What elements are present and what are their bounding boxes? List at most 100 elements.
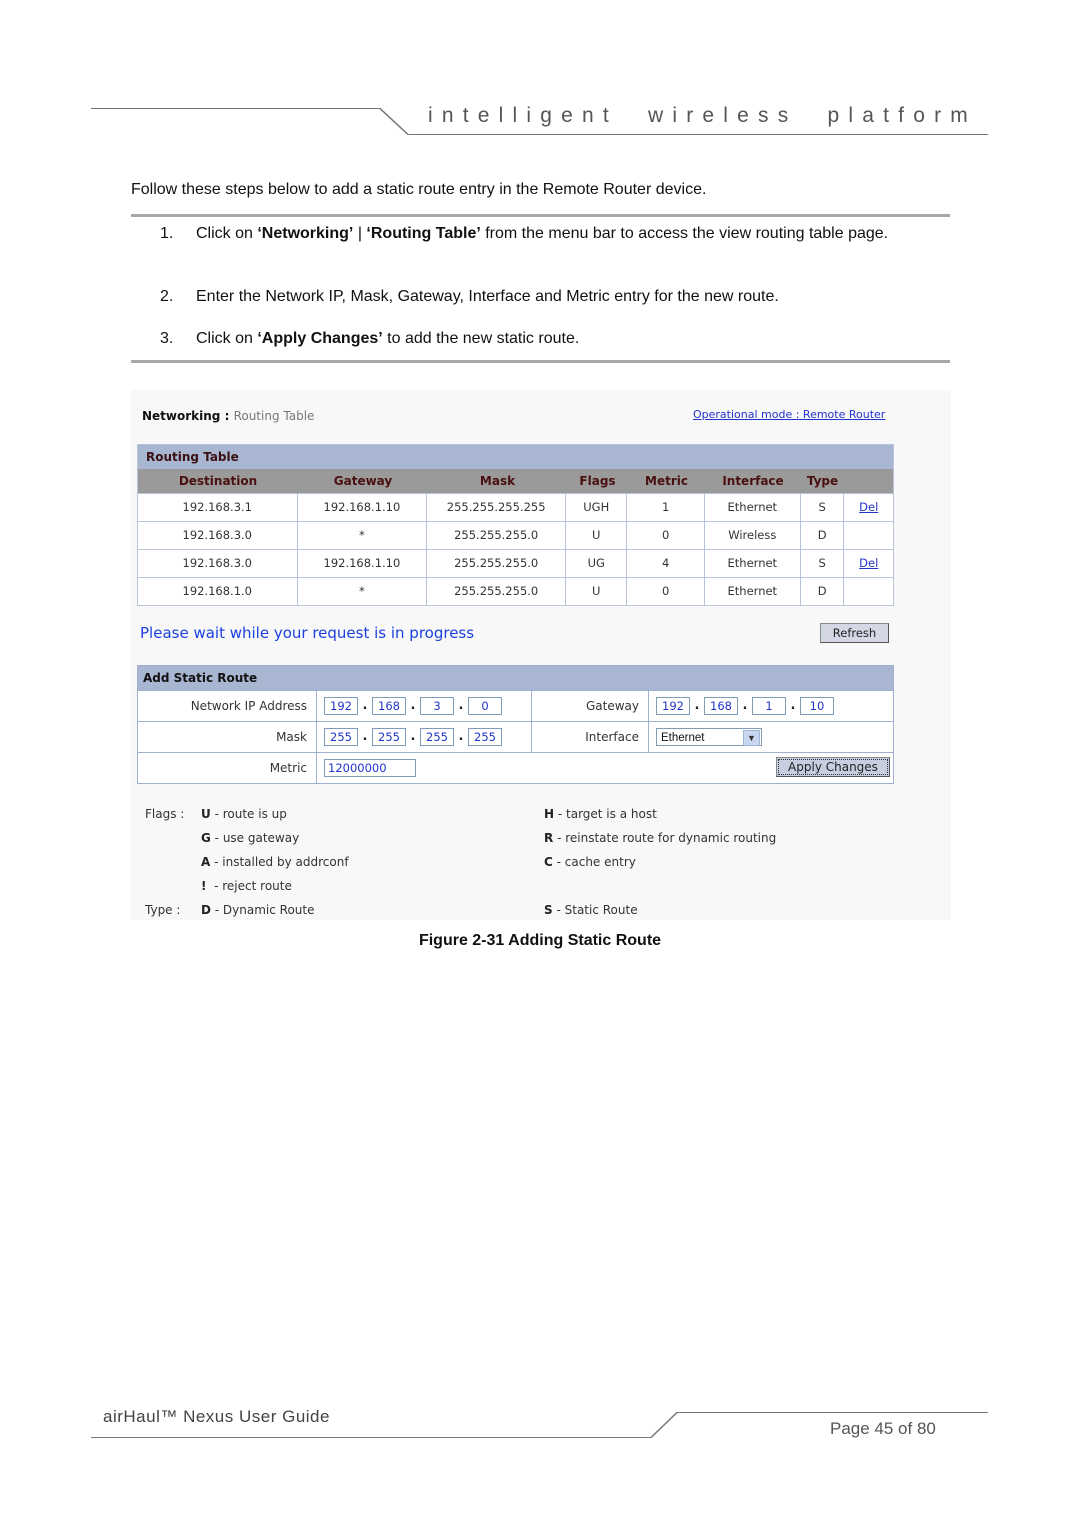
header-rule-right: [408, 134, 988, 135]
network-ip-octet-4[interactable]: [468, 697, 502, 715]
cell-gateway: 192.168.1.10: [296, 494, 427, 521]
metric-field: [316, 753, 531, 783]
divider-top: [131, 214, 950, 217]
col-destination: Destination: [178, 474, 258, 488]
step-1: 1. Click on ‘Networking’ | ‘Routing Tabl…: [160, 223, 950, 267]
figure-caption: Figure 2-31 Adding Static Route: [418, 932, 662, 949]
cell-interface: Ethernet: [703, 550, 800, 577]
cell-destination: 192.168.3.0: [182, 556, 253, 570]
network-ip-octet-1[interactable]: [324, 697, 358, 715]
gateway-octet-2[interactable]: [704, 697, 738, 715]
footer-rule-left: [91, 1437, 651, 1438]
legend-item: C - cache entry: [544, 855, 636, 869]
legend-item: R - reinstate route for dynamic routing: [544, 831, 777, 845]
delete-route-link[interactable]: Del: [859, 500, 878, 514]
dot-separator: .: [742, 698, 748, 713]
breadcrumb: Networking : Routing Table: [142, 409, 315, 423]
interface-field: Ethernet ▼: [648, 722, 893, 752]
cell-destination: 192.168.3.0: [182, 528, 253, 542]
header-rule-slant: [380, 108, 409, 135]
flags-legend-label: Flags :: [145, 807, 185, 821]
routing-table-title: Routing Table: [138, 445, 893, 469]
mask-octet-1[interactable]: [324, 728, 358, 746]
legend-item: H - target is a host: [544, 807, 657, 821]
type-legend-label: Type :: [145, 903, 181, 917]
refresh-button[interactable]: Refresh: [820, 623, 889, 643]
cell-metric: 4: [626, 550, 703, 577]
interface-select[interactable]: Ethernet ▼: [656, 728, 762, 746]
cell-action: Del: [843, 494, 893, 521]
network-ip-label: Network IP Address: [190, 699, 307, 713]
form-row-mask-interface: Mask . . . Interface Ethernet ▼: [138, 721, 893, 752]
chevron-down-icon[interactable]: ▼: [743, 730, 760, 746]
cell-interface: Ethernet: [703, 578, 800, 605]
col-interface: Interface: [722, 474, 784, 488]
add-static-route-title: Add Static Route: [138, 666, 893, 690]
legend-item: ! - reject route: [201, 879, 292, 893]
step-text: Click on ‘Apply Changes’ to add the new …: [196, 330, 580, 347]
dot-separator: .: [362, 729, 368, 744]
gateway-octet-3[interactable]: [752, 697, 786, 715]
header-tagline: intelligent wireless platform: [428, 104, 977, 127]
col-type: Type: [806, 474, 839, 488]
mask-octet-4[interactable]: [468, 728, 502, 746]
col-mask: Mask: [479, 474, 516, 488]
metric-input[interactable]: [324, 759, 416, 777]
step-text: Click on ‘Networking’ | ‘Routing Table’ …: [196, 225, 889, 242]
legend-item: A - installed by addrconf: [201, 855, 349, 869]
mask-octet-3[interactable]: [420, 728, 454, 746]
dot-separator: .: [410, 729, 416, 744]
intro-text: Follow these steps below to add a static…: [131, 181, 707, 198]
mask-octet-2[interactable]: [372, 728, 406, 746]
legend-item: U - route is up: [201, 807, 287, 821]
dot-separator: .: [362, 698, 368, 713]
dot-separator: .: [458, 729, 464, 744]
cell-metric: 0: [626, 578, 703, 605]
cell-type: S: [799, 494, 844, 521]
step-number: 2.: [160, 288, 174, 305]
mask-label: Mask: [276, 730, 307, 744]
dot-separator: .: [458, 698, 464, 713]
page-number: Page 45 of 80: [830, 1419, 936, 1438]
cell-mask: 255.255.255.0: [426, 522, 565, 549]
cell-metric: 1: [626, 494, 703, 521]
legend-item: D - Dynamic Route: [201, 903, 315, 917]
metric-label: Metric: [269, 761, 307, 775]
cell-interface: Wireless: [703, 522, 800, 549]
network-ip-octet-3[interactable]: [420, 697, 454, 715]
col-flags: Flags: [579, 474, 616, 488]
cell-interface: Ethernet: [703, 494, 800, 521]
cell-gateway: *: [296, 522, 427, 549]
cell-action: [843, 578, 893, 605]
legend-item: G - use gateway: [201, 831, 300, 845]
footer-guide-title: airHaul™ Nexus User Guide: [103, 1407, 330, 1426]
form-row-metric: Metric Apply Changes: [138, 752, 893, 783]
cell-action: Del: [843, 550, 893, 577]
gateway-octet-1[interactable]: [656, 697, 690, 715]
apply-changes-button[interactable]: Apply Changes: [776, 757, 890, 777]
gateway-label: Gateway: [531, 691, 648, 721]
delete-route-link[interactable]: Del: [859, 556, 878, 570]
cell-destination: 192.168.1.0: [182, 584, 253, 598]
network-ip-field: . . .: [316, 691, 531, 721]
col-metric: Metric: [645, 474, 688, 488]
step-number: 3.: [160, 330, 174, 347]
col-gateway: Gateway: [333, 474, 393, 488]
dot-separator: .: [694, 698, 700, 713]
mask-field: . . .: [316, 722, 531, 752]
table-row: 192.168.3.0 * 255.255.255.0 U 0 Wireless…: [138, 521, 893, 549]
operational-mode-link[interactable]: Operational mode : Remote Router: [693, 408, 885, 421]
cell-mask: 255.255.255.0: [426, 578, 565, 605]
cell-flags: U: [565, 522, 626, 549]
cell-metric: 0: [626, 522, 703, 549]
interface-select-value: Ethernet: [661, 732, 705, 744]
gateway-field: . . .: [648, 691, 893, 721]
header-rule-left: [91, 108, 381, 109]
add-static-route-form: Add Static Route Network IP Address . . …: [137, 665, 894, 784]
table-row: 192.168.3.0 192.168.1.10 255.255.255.0 U…: [138, 549, 893, 577]
network-ip-octet-2[interactable]: [372, 697, 406, 715]
cell-type: D: [799, 578, 844, 605]
gateway-octet-4[interactable]: [800, 697, 834, 715]
table-row: 192.168.3.1 192.168.1.10 255.255.255.255…: [138, 493, 893, 521]
col-action: [844, 469, 893, 493]
